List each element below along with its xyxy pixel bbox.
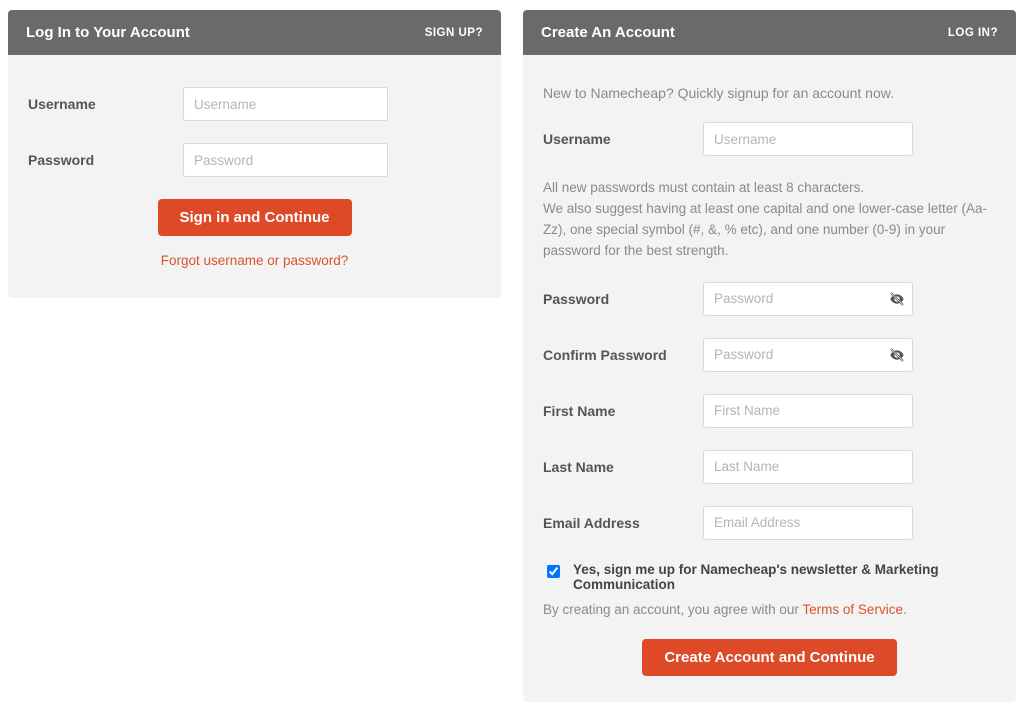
signup-password-wrap <box>703 282 913 316</box>
signup-email-wrap <box>703 506 913 540</box>
signup-confirm-label: Confirm Password <box>543 347 703 363</box>
signup-firstname-wrap <box>703 394 913 428</box>
signin-button[interactable]: Sign in and Continue <box>158 199 352 236</box>
forgot-link[interactable]: Forgot username or password? <box>161 253 349 268</box>
signup-card: Create An Account LOG IN? New to Nameche… <box>523 10 1016 702</box>
eye-slash-icon[interactable] <box>889 291 905 307</box>
login-link[interactable]: LOG IN? <box>948 27 998 39</box>
login-username-label: Username <box>28 96 183 112</box>
login-username-row: Username <box>28 87 481 121</box>
signup-username-wrap <box>703 122 913 156</box>
login-password-wrap <box>183 143 388 177</box>
signup-intro: New to Namecheap? Quickly signup for an … <box>543 83 996 104</box>
login-password-label: Password <box>28 152 183 168</box>
signup-username-label: Username <box>543 131 703 147</box>
password-hint: All new passwords must contain at least … <box>543 178 996 262</box>
eye-slash-icon[interactable] <box>889 347 905 363</box>
signup-confirm-wrap <box>703 338 913 372</box>
login-header: Log In to Your Account SIGN UP? <box>8 10 501 55</box>
newsletter-label: Yes, sign me up for Namecheap's newslett… <box>573 562 996 592</box>
signup-lastname-input[interactable] <box>703 450 913 484</box>
tos-prefix: By creating an account, you agree with o… <box>543 602 802 617</box>
login-password-row: Password <box>28 143 481 177</box>
signup-password-input[interactable] <box>703 282 913 316</box>
login-title: Log In to Your Account <box>26 24 190 41</box>
login-username-wrap <box>183 87 388 121</box>
signup-username-row: Username <box>543 122 996 156</box>
signup-password-row: Password <box>543 282 996 316</box>
signup-lastname-wrap <box>703 450 913 484</box>
signup-lastname-label: Last Name <box>543 459 703 475</box>
signup-email-label: Email Address <box>543 515 703 531</box>
create-account-button[interactable]: Create Account and Continue <box>642 639 896 676</box>
signup-body: New to Namecheap? Quickly signup for an … <box>523 55 1016 702</box>
signup-email-row: Email Address <box>543 506 996 540</box>
signup-firstname-label: First Name <box>543 403 703 419</box>
signup-confirm-row: Confirm Password <box>543 338 996 372</box>
signup-title: Create An Account <box>541 24 675 41</box>
signup-firstname-input[interactable] <box>703 394 913 428</box>
tos-row: By creating an account, you agree with o… <box>543 602 996 617</box>
signup-email-input[interactable] <box>703 506 913 540</box>
newsletter-checkbox[interactable] <box>547 565 560 578</box>
login-username-input[interactable] <box>183 87 388 121</box>
tos-suffix: . <box>903 602 907 617</box>
tos-link[interactable]: Terms of Service <box>802 602 903 617</box>
newsletter-row: Yes, sign me up for Namecheap's newslett… <box>543 562 996 592</box>
signup-password-label: Password <box>543 291 703 307</box>
signup-firstname-row: First Name <box>543 394 996 428</box>
login-password-input[interactable] <box>183 143 388 177</box>
signup-header: Create An Account LOG IN? <box>523 10 1016 55</box>
signup-username-input[interactable] <box>703 122 913 156</box>
signup-confirm-input[interactable] <box>703 338 913 372</box>
login-card: Log In to Your Account SIGN UP? Username… <box>8 10 501 298</box>
signup-link[interactable]: SIGN UP? <box>425 27 483 39</box>
login-body: Username Password Sign in and Continue F… <box>8 55 501 298</box>
signup-lastname-row: Last Name <box>543 450 996 484</box>
